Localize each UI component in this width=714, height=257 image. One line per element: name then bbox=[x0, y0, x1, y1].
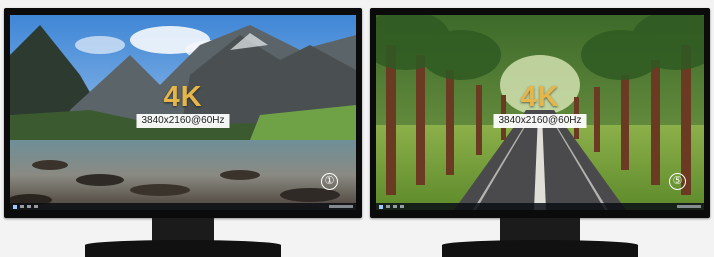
taskbar-app-icon[interactable] bbox=[393, 205, 397, 208]
monitor-stand-neck bbox=[500, 218, 580, 242]
resolution-label: 3840x2160@60Hz bbox=[136, 114, 230, 128]
system-tray[interactable] bbox=[677, 205, 701, 208]
monitor-number: ⑤ bbox=[669, 173, 686, 190]
start-icon[interactable] bbox=[379, 204, 383, 209]
taskbar-app-icon[interactable] bbox=[386, 205, 390, 208]
monitor-left: 4K 3840x2160@60Hz ① bbox=[4, 8, 362, 257]
taskbar-app-icon[interactable] bbox=[20, 205, 24, 208]
monitor-stand-base bbox=[442, 240, 638, 257]
system-tray[interactable] bbox=[329, 205, 353, 208]
4k-badge: 4K bbox=[520, 81, 560, 113]
screen-tree-road: 4K 3840x2160@60Hz ⑤ bbox=[376, 15, 704, 210]
screen-mountain-lake: 4K 3840x2160@60Hz ① bbox=[10, 15, 356, 210]
taskbar bbox=[376, 203, 704, 210]
monitor-right: 4K 3840x2160@60Hz ⑤ bbox=[370, 8, 710, 257]
monitor-stand-neck bbox=[152, 218, 214, 242]
start-icon[interactable] bbox=[13, 204, 17, 209]
4k-badge: 4K bbox=[163, 81, 203, 113]
taskbar bbox=[10, 203, 356, 210]
monitor-stand-base bbox=[85, 240, 281, 257]
monitor-number: ① bbox=[321, 173, 338, 190]
monitor-bezel: 4K 3840x2160@60Hz ① bbox=[4, 8, 362, 218]
monitor-bezel: 4K 3840x2160@60Hz ⑤ bbox=[370, 8, 710, 218]
taskbar-app-icon[interactable] bbox=[27, 205, 31, 208]
resolution-label: 3840x2160@60Hz bbox=[493, 114, 587, 128]
taskbar-app-icon[interactable] bbox=[34, 205, 38, 208]
taskbar-app-icon[interactable] bbox=[400, 205, 404, 208]
